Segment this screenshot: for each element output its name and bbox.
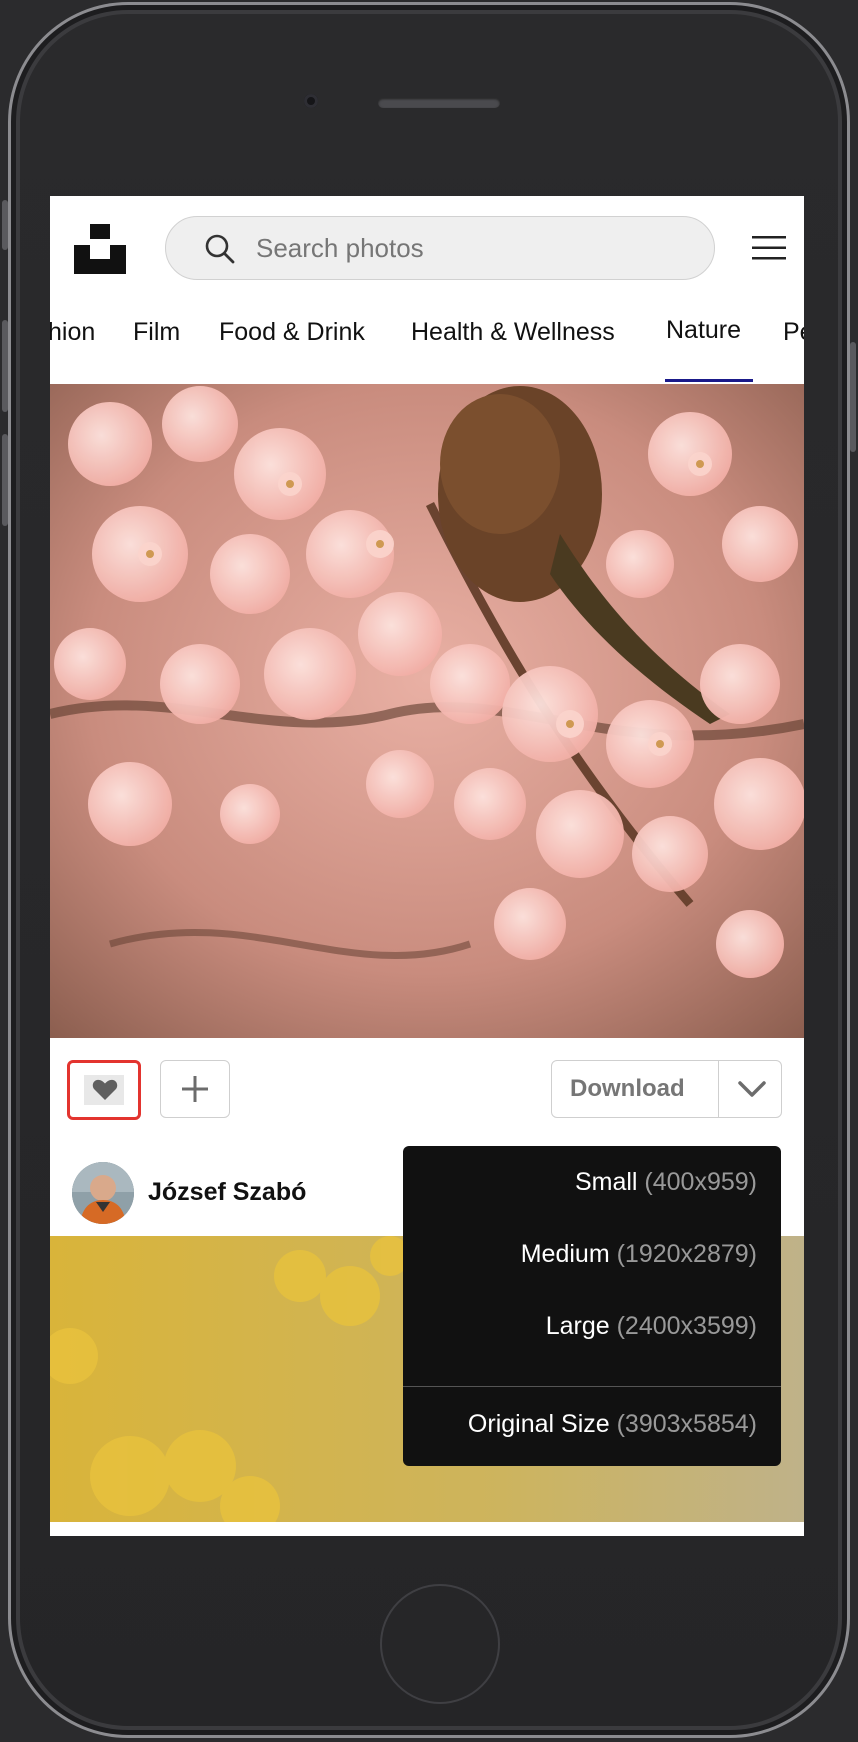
active-tab-indicator: [665, 379, 753, 382]
tab-nature[interactable]: Nature: [666, 316, 741, 372]
search-icon: [205, 234, 235, 264]
menu-item-large[interactable]: Large (2400x3599): [546, 1312, 757, 1341]
add-to-collection-button[interactable]: [160, 1060, 230, 1118]
volume-up-button: [2, 320, 8, 412]
download-size-menu: Small (400x959) Medium (1920x2879) Large…: [403, 1146, 781, 1466]
menu-item-medium[interactable]: Medium (1920x2879): [521, 1240, 757, 1269]
tab-health-wellness[interactable]: Health & Wellness: [411, 318, 615, 374]
chevron-down-icon[interactable]: [736, 1077, 768, 1101]
featured-photo-cherry-blossom-bird[interactable]: [50, 384, 804, 1038]
volume-down-button: [2, 434, 8, 526]
tab-food-drink[interactable]: Food & Drink: [219, 318, 365, 374]
tab-film[interactable]: Film: [133, 318, 180, 374]
menu-item-original-size[interactable]: Original Size (3903x5854): [468, 1386, 757, 1437]
header: [50, 196, 804, 290]
search-input[interactable]: [256, 227, 676, 269]
download-button[interactable]: Download: [570, 1075, 685, 1103]
like-button[interactable]: [67, 1060, 141, 1120]
unsplash-logo-icon[interactable]: [74, 224, 126, 274]
author-name[interactable]: József Szabó: [148, 1178, 306, 1207]
power-button: [850, 342, 856, 452]
download-button-group: Download: [551, 1060, 782, 1118]
photo-actions-bar: Download: [50, 1038, 804, 1162]
front-camera: [304, 94, 318, 108]
mute-switch: [2, 200, 8, 250]
search-bar[interactable]: [165, 216, 715, 280]
download-divider: [718, 1061, 719, 1117]
topic-tabs: hion Film Food & Drink Health & Wellness…: [50, 290, 804, 385]
hamburger-menu-icon[interactable]: [752, 234, 786, 262]
avatar[interactable]: [72, 1162, 134, 1224]
heart-icon: [92, 1079, 118, 1100]
screen: hion Film Food & Drink Health & Wellness…: [50, 196, 804, 1536]
tab-fashion[interactable]: hion: [50, 318, 95, 374]
home-button[interactable]: [380, 1584, 500, 1704]
tab-people[interactable]: Pe: [783, 318, 804, 374]
earpiece-speaker: [378, 98, 500, 108]
menu-item-small[interactable]: Small (400x959): [575, 1168, 757, 1197]
plus-icon: [182, 1076, 208, 1102]
